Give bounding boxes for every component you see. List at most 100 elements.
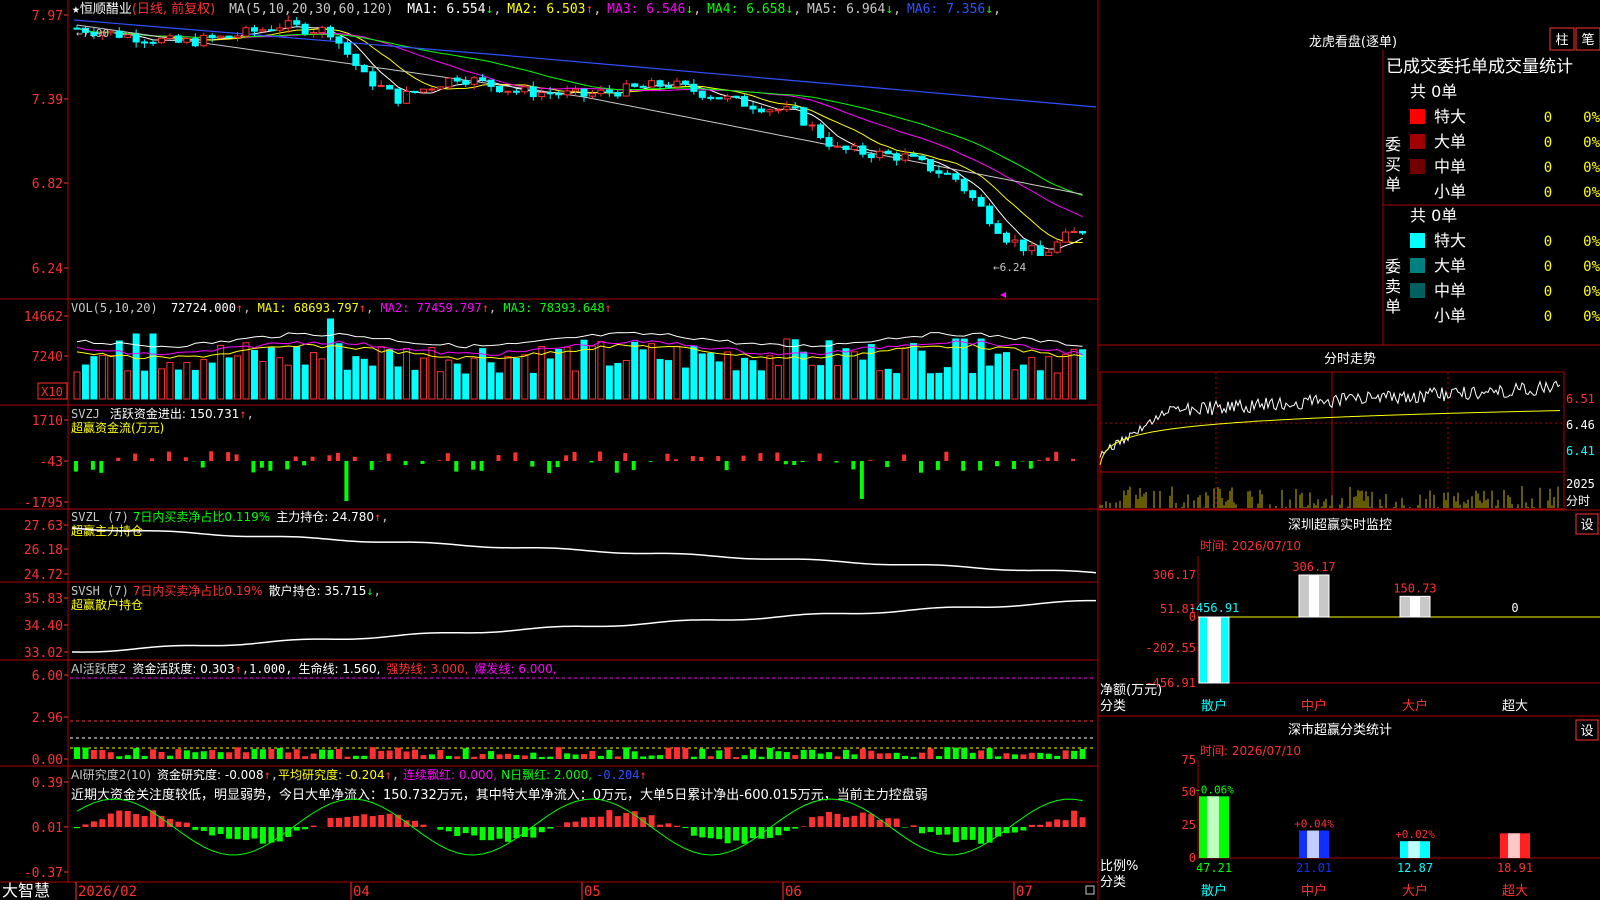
candle-body [115,30,123,38]
ai1-bar [251,749,258,759]
legend-swatch [1410,233,1425,248]
ai1-bar [361,755,368,759]
ai1-bar [741,755,748,759]
svzj-bar [116,457,121,461]
ai1-bar [809,749,816,759]
y-tick-label: -0.37 [24,866,63,881]
ai2-bar [293,827,300,831]
volume-bar [496,372,503,400]
lock-icon[interactable] [1085,885,1095,895]
ai1-bar [420,755,427,759]
intraday-volume-bars [1099,486,1559,508]
monitor-category: 中户 [1301,698,1327,714]
ai1-bar [986,748,993,759]
ma-readout-5: MA5: 6.964 [807,2,885,17]
volume-bar [935,372,943,400]
x-date-label: 06 [785,884,802,900]
volume-bar [504,356,512,400]
ai2-bar [589,817,596,827]
lhb-panel[interactable]: 龙虎看盘(逐单) 柱 笔 已成交委托单成交量统计 委买单 委卖单 共 0单 共 … [1309,27,1600,325]
candle-body [665,85,672,88]
svzj-pane[interactable]: SVZJ 活跃资金进出: 150.731↑, 超赢资金流(万元) 1710 -43 -… [24,406,1076,511]
candle-body [225,35,233,39]
volume-bar [783,338,791,400]
svzj-bar [851,461,856,470]
volume-bar [918,350,926,400]
volume-bar [470,357,478,400]
buy-row-count: 0 [1544,110,1552,126]
candle-body [1028,245,1036,252]
volume-bar [597,340,605,400]
ai2-bar [665,823,672,827]
ai1-bar [530,752,537,759]
volume-bar [166,361,174,400]
ai2-bar [310,825,317,827]
volume-ma-line [76,343,1083,360]
ai2-bar [564,822,571,827]
svzj-bar [555,461,560,468]
ai2-bar [1028,824,1035,827]
y-tick-label: 7.39 [32,93,63,108]
ai1-bar [319,749,326,759]
svzj-bar [285,461,290,470]
volume-bar [293,346,301,400]
monitor-panel[interactable]: 深圳超赢实时监控 设 时间: 2026/07/10 306.1751.810-2… [1100,513,1600,714]
candle-body [1053,241,1061,253]
volume-bar [715,361,723,400]
ai2-axis: 0.39 0.01 -0.37 [24,776,68,881]
monitor-bar-highlight [1207,617,1221,683]
svzj-bar [724,461,729,471]
ai-research-pane[interactable]: AI研究度2(10) 资金研究度: -0.008↑,平均研究度: -0.204↑,… [24,767,1086,881]
ai2-bar [1045,821,1052,827]
volume-bar [234,355,242,400]
classify-settings-button[interactable]: 设 [1575,719,1599,741]
ai2-bar [724,827,731,844]
ai1-bar [462,748,469,759]
volume-bar [1070,348,1078,400]
intraday-y-tick: 6.51 [1566,392,1595,406]
kline-pane[interactable]: ★恒顺醋业(日线, 前复权) MA(5,10,20,30,60,120) MA1… [32,1,1097,298]
svsh-pane[interactable]: SVSH (7) 7日内买卖净占比0.19% 散户持仓: 35.715↓, 超赢散户… [24,583,1097,661]
svzj-bar [741,455,746,461]
svzl-pane[interactable]: SVZL (7) 7日内买卖净占比0.119% 主力持仓: 24.780↑, 超赢主… [24,509,1097,583]
ai1-bar [1011,754,1018,759]
candle-body [673,80,681,88]
volume-bar [724,351,732,400]
ai2-bar [90,821,97,827]
classify-time: 时间: 2026/07/10 [1200,744,1301,758]
volume-bar [994,353,1002,400]
ai2-bar [420,824,427,827]
legend-swatch [1410,109,1425,124]
ai1-bar [200,751,207,759]
candle-body [732,95,740,98]
intraday-panel[interactable]: 分时走势 6.51 6.46 6.41 2025 分时 [1099,351,1595,510]
legend-swatch [1410,134,1425,149]
monitor-settings-button[interactable]: 设 [1575,513,1599,535]
y-tick-label: 6.24 [32,262,63,277]
intraday-y-tick: 6.46 [1566,418,1595,432]
candle-body [403,90,411,104]
ai2-bar [99,819,106,827]
ai1-bar [107,752,114,759]
ai1-bar [800,749,807,759]
ai1-bar [766,747,773,759]
ai1-bar [995,756,1002,759]
ai1-bar [910,756,917,759]
ai2-bar [133,814,140,827]
ai2-bar [750,827,756,839]
svzj-bar [572,451,577,461]
column-button[interactable]: 柱 [1549,27,1575,51]
classify-category: 散户 [1201,883,1227,899]
svzj-bar [783,461,788,465]
pen-button[interactable]: 笔 [1575,27,1600,51]
classify-panel[interactable]: 深市超赢分类统计 设 时间: 2026/07/10 7550250 -0.06%… [1100,719,1600,899]
ai-activity-pane[interactable]: AI活跃度2 资金活跃度: 0.303↑,1.000, 生命线: 1.560, 强势线… [32,661,1096,768]
ai2-bar [944,827,951,835]
candle-body [817,124,825,139]
candle-body [470,77,478,85]
volume-pane[interactable]: VOL(5,10,20) 72724.000↑, MA1: 68693.797↑… [24,301,1087,400]
ai1-bar [775,751,782,759]
ai2-bar [479,827,486,841]
ai1-bar [1054,755,1061,759]
ai2-bar [1011,827,1018,833]
